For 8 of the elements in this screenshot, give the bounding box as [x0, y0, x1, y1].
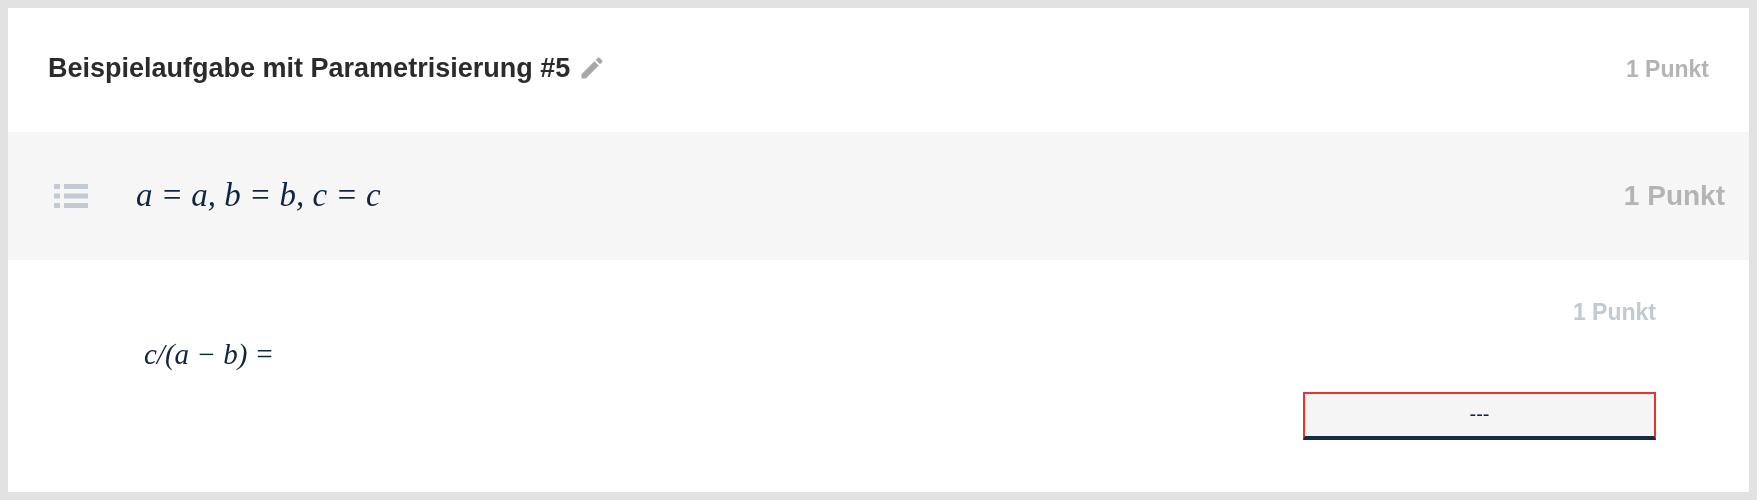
question-prompt: c/(a − b) =: [144, 337, 275, 372]
parameter-formula: a = a, b = b, c = c: [136, 176, 381, 216]
points-label: 1 Punkt: [1623, 179, 1725, 213]
answer-field[interactable]: ---: [1303, 391, 1656, 440]
question-title: Beispielaufgabe mit Parametrisierung #5: [48, 52, 571, 85]
list-icon: [54, 184, 88, 208]
points-label: 1 Punkt: [1572, 298, 1656, 327]
points-label: 1 Punkt: [1625, 55, 1709, 84]
